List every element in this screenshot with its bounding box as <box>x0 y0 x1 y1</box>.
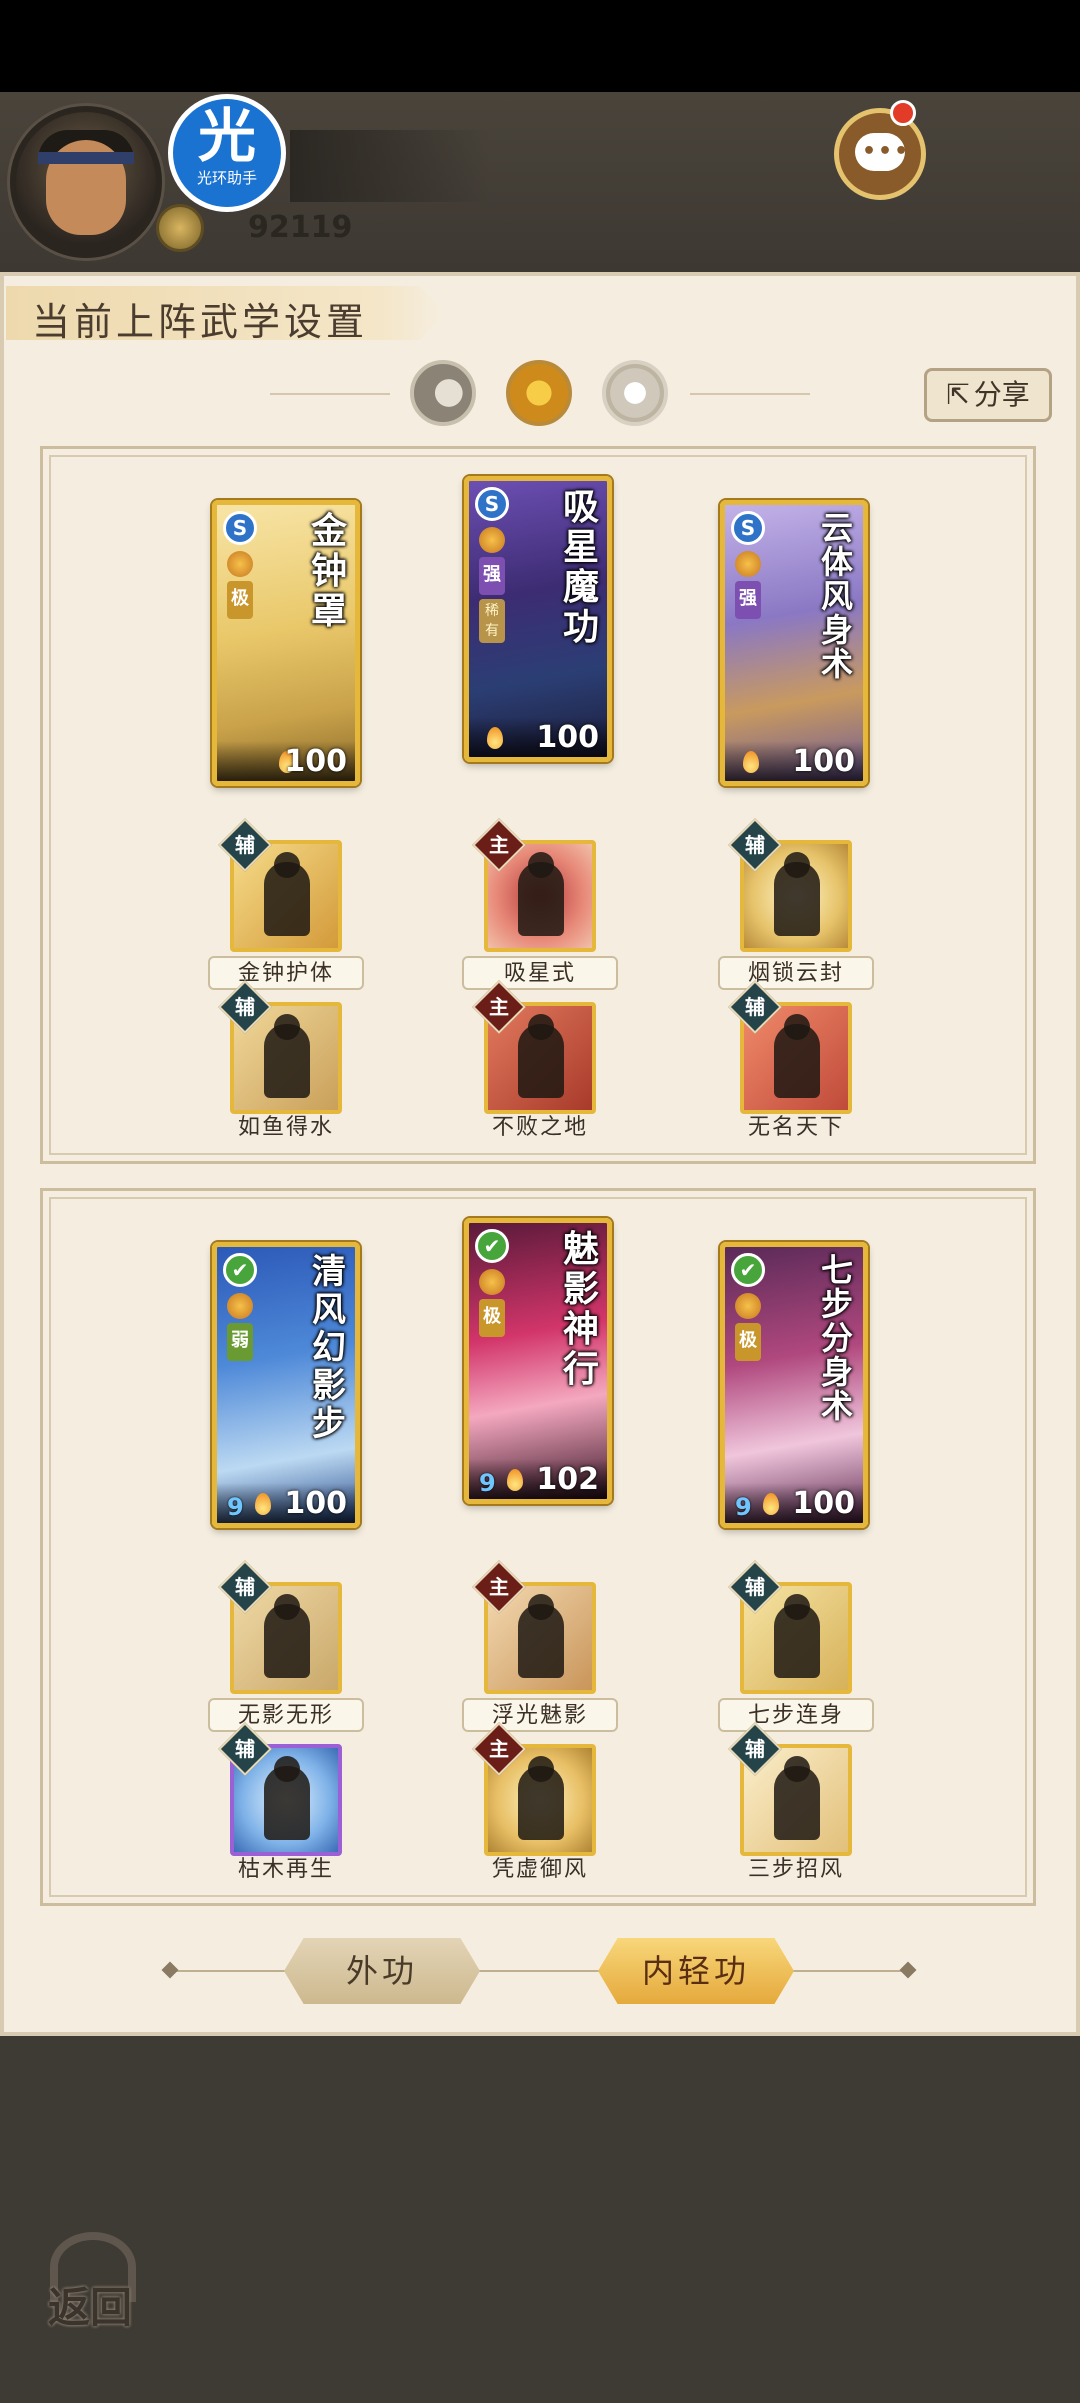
card-level: 102 <box>536 1462 599 1497</box>
card-star-count: 9 <box>735 1493 752 1521</box>
share-label: 分享 <box>973 378 1030 411</box>
skill-silhouette <box>264 1604 310 1678</box>
card-type-icon: ✔ <box>475 1229 509 1263</box>
skill-silhouette <box>264 1766 310 1840</box>
skill-label: 七步连身 <box>718 1698 874 1732</box>
status-bar <box>0 0 1080 92</box>
sun-phase-icon[interactable] <box>506 360 572 426</box>
card-grade: 极 <box>227 581 253 619</box>
phase-divider-right <box>690 393 810 395</box>
card-level: 100 <box>284 744 347 779</box>
skill-label: 浮光魅影 <box>462 1698 618 1732</box>
kungfu-card-3[interactable]: S 强 云体风身术 100 <box>720 500 868 786</box>
skill-silhouette <box>774 862 820 936</box>
helper-app-badge[interactable]: 光 光环助手 <box>168 94 286 212</box>
star-icon <box>227 1293 253 1319</box>
star-icon <box>479 1269 505 1295</box>
flame-icon <box>763 1493 779 1515</box>
panel-title: 当前上阵武学设置 <box>32 300 369 344</box>
kungfu-card-2[interactable]: S 强 稀有 吸星魔功 100 <box>464 476 612 762</box>
card-level: 100 <box>284 1486 347 1521</box>
skill-silhouette <box>774 1766 820 1840</box>
skill-label: 无影无形 <box>208 1698 364 1732</box>
flame-icon <box>507 1469 523 1491</box>
card-name: 清风幻影步 <box>312 1252 346 1444</box>
player-name-bar <box>290 130 490 202</box>
skill-silhouette <box>264 1024 310 1098</box>
flame-icon <box>487 727 503 749</box>
chat-dots: ••• <box>862 139 911 164</box>
tab-outer-kungfu[interactable]: 外功 <box>284 1938 480 2004</box>
skill-silhouette <box>774 1024 820 1098</box>
skill-label: 枯木再生 <box>237 1857 334 1882</box>
skill-label: 如鱼得水 <box>237 1115 334 1140</box>
card-rare-tag: 稀有 <box>479 599 505 643</box>
kungfu-card-6[interactable]: ✔ 极 七步分身术 9 100 <box>720 1242 868 1528</box>
card-level: 100 <box>792 744 855 779</box>
skill-label: 三步招风 <box>747 1857 844 1882</box>
skill-silhouette <box>518 1024 564 1098</box>
skill-label: 无名天下 <box>747 1115 844 1140</box>
star-icon <box>479 527 505 553</box>
skill-label: 不败之地 <box>491 1115 588 1140</box>
skill-silhouette <box>264 862 310 936</box>
card-grade: 极 <box>479 1299 505 1337</box>
card-grade: 极 <box>735 1323 761 1361</box>
power-value: 92119 <box>248 210 353 245</box>
power-coin-icon <box>156 204 204 252</box>
notification-dot <box>890 100 916 126</box>
player-avatar[interactable] <box>10 106 162 258</box>
ring-phase-icon[interactable] <box>602 360 668 426</box>
bottom-backdrop <box>0 2036 1080 2403</box>
card-type-icon: ✔ <box>223 1253 257 1287</box>
card-type-icon: ✔ <box>731 1253 765 1287</box>
skill-silhouette <box>774 1604 820 1678</box>
tab-divider <box>170 1970 910 1972</box>
phase-divider-left <box>270 393 390 395</box>
helper-badge-label: 光环助手 <box>196 169 257 187</box>
back-button[interactable]: 返回 <box>40 2222 160 2332</box>
card-name: 魅影神行 <box>562 1228 599 1390</box>
skill-label: 烟锁云封 <box>718 956 874 990</box>
skill-silhouette <box>518 1604 564 1678</box>
skill-label: 金钟护体 <box>208 956 364 990</box>
share-icon: ⇱ <box>946 378 970 411</box>
card-star-count: 9 <box>479 1469 496 1497</box>
skill-silhouette <box>518 862 564 936</box>
back-label: 返回 <box>48 2283 133 2332</box>
card-type-icon: S <box>223 511 257 545</box>
card-name: 云体风身术 <box>820 509 853 683</box>
kungfu-card-1[interactable]: S 极 金钟罩 100 <box>212 500 360 786</box>
skill-silhouette <box>518 1766 564 1840</box>
card-level: 100 <box>536 720 599 755</box>
avatar-headband <box>38 152 134 164</box>
helper-badge-glyph: 光 <box>197 102 256 170</box>
card-grade: 弱 <box>227 1323 253 1361</box>
card-grade: 强 <box>735 581 761 619</box>
card-name: 金钟罩 <box>310 510 347 632</box>
card-name: 七步分身术 <box>820 1251 853 1425</box>
card-type-icon: S <box>475 487 509 521</box>
share-button[interactable]: ⇱ 分享 <box>924 368 1052 422</box>
skill-label: 吸星式 <box>462 956 618 990</box>
skill-label: 凭虚御风 <box>491 1857 588 1882</box>
card-star-count: 9 <box>227 1493 244 1521</box>
card-level: 100 <box>792 1486 855 1521</box>
flame-icon <box>255 1493 271 1515</box>
tab-inner-light-kungfu[interactable]: 内轻功 <box>598 1938 794 2004</box>
star-icon <box>735 551 761 577</box>
top-player-strip <box>0 92 1080 272</box>
kungfu-card-4[interactable]: ✔ 弱 清风幻影步 9 100 <box>212 1242 360 1528</box>
flame-icon <box>743 751 759 773</box>
card-name: 吸星魔功 <box>562 486 599 648</box>
card-grade: 强 <box>479 557 505 595</box>
star-icon <box>735 1293 761 1319</box>
star-icon <box>227 551 253 577</box>
moon-phase-icon[interactable] <box>410 360 476 426</box>
kungfu-card-5[interactable]: ✔ 极 魅影神行 9 102 <box>464 1218 612 1504</box>
card-type-icon: S <box>731 511 765 545</box>
